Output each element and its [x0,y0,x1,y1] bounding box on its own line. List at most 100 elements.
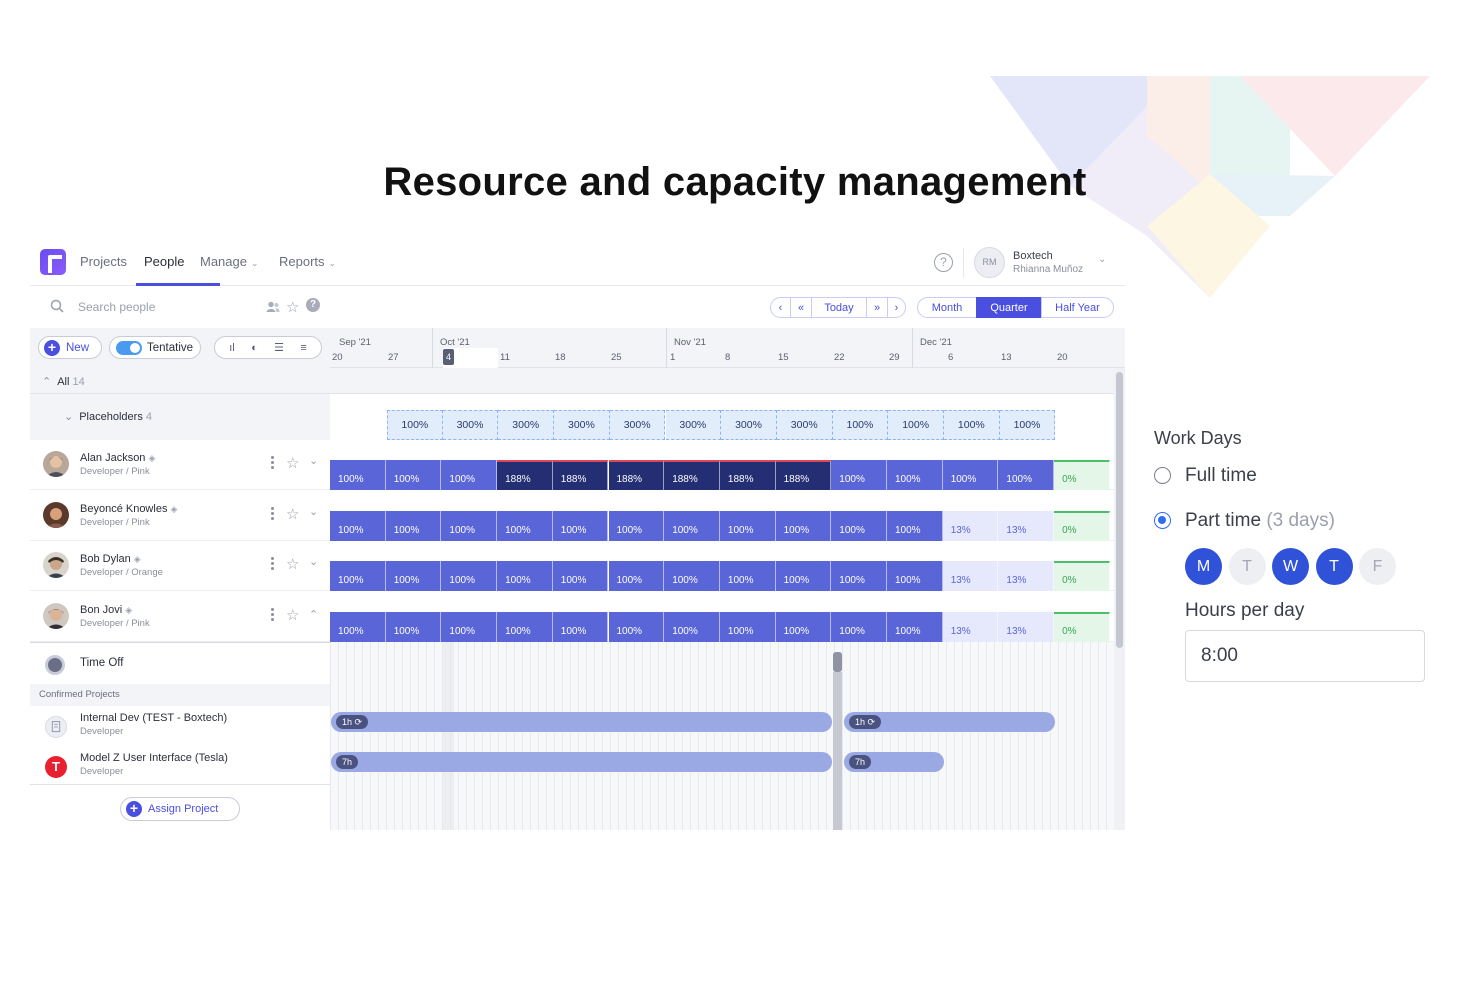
allocation-cell[interactable]: 13% [998,561,1055,591]
allocation-cell[interactable]: 100% [497,561,553,591]
allocation-cell[interactable]: 100% [664,511,720,541]
search-input[interactable] [78,297,258,317]
nav-people[interactable]: People [144,254,184,269]
allocation-cell[interactable]: 100% [775,561,832,591]
part-time-radio[interactable] [1154,512,1171,529]
more-options-icon[interactable] [271,608,274,622]
allocation-cell[interactable]: 0% [1054,612,1110,642]
nav-reports[interactable]: Reports ⌄ [279,254,336,269]
allocation-cell[interactable]: 100% [608,561,665,591]
allocation-cell[interactable]: 100% [831,460,887,490]
prev-week-button[interactable]: ‹ [770,297,791,318]
range-half-year[interactable]: Half Year [1041,297,1114,318]
project-allocation-bar[interactable]: 7h [331,752,832,772]
allocation-cell[interactable]: 13% [942,511,999,541]
allocation-cell[interactable]: 100% [719,612,776,642]
allocation-cell[interactable]: 100% [330,612,386,642]
next-week-button[interactable]: › [887,297,906,318]
allocation-cell[interactable]: 100% [831,511,887,541]
next-period-button[interactable]: » [866,297,888,318]
day-toggle[interactable]: T [1228,548,1266,585]
day-toggle[interactable]: M [1185,548,1222,585]
allocation-cell[interactable]: 100% [664,612,720,642]
allocation-cell[interactable]: 100% [719,561,776,591]
today-button[interactable]: Today [811,297,867,318]
bar-chart-icon[interactable]: ıl [229,342,235,354]
placeholder-cell[interactable]: 100% [387,410,443,440]
time-off-row[interactable]: Time Off [30,642,330,684]
org-name[interactable]: Boxtech [1013,250,1053,262]
allocation-cell[interactable]: 13% [998,511,1055,541]
allocation-cell[interactable]: 188% [552,460,609,490]
allocation-cell[interactable]: 100% [775,612,832,642]
more-options-icon[interactable] [271,456,274,470]
person-row[interactable]: Bob Dylan ◈ Developer / Orange ☆ ⌄ 100% 10… [30,541,1115,591]
allocation-cell[interactable]: 13% [942,612,999,642]
person-row[interactable]: Bon Jovi ◈ Developer / Pink ☆ ⌃ 100% 100% 1… [30,592,1115,642]
allocation-cell[interactable]: 100% [330,460,386,490]
person-row[interactable]: Alan Jackson ◈ Developer / Pink ☆ ⌄ 100% 1… [30,440,1115,490]
star-icon[interactable]: ☆ [286,505,299,523]
star-icon[interactable]: ☆ [286,454,299,472]
new-button[interactable]: + New [38,336,102,359]
allocation-cell[interactable]: 100% [831,561,887,591]
allocation-cell[interactable]: 100% [664,561,720,591]
nav-manage[interactable]: Manage ⌄ [200,254,259,269]
allocation-cell[interactable]: 100% [441,612,498,642]
group-all[interactable]: ⌃ All 14 [30,368,1125,394]
star-icon[interactable]: ☆ [286,606,299,624]
person-name[interactable]: Bon Jovi [80,604,122,616]
allocation-cell[interactable]: 188% [775,460,832,490]
person-name[interactable]: Bob Dylan [80,553,131,565]
project-allocation-bar[interactable]: 1h ⟳ [331,712,832,732]
chevron-down-icon[interactable]: ⌄ [309,555,318,568]
placeholder-cell[interactable]: 300% [442,410,499,440]
list-icon[interactable]: ☰ [274,341,284,354]
allocation-cell[interactable]: 100% [385,561,442,591]
allocation-cell[interactable]: 100% [385,460,442,490]
placeholder-cell[interactable]: 100% [832,410,889,440]
help-icon[interactable]: ? [306,298,320,312]
assign-project-button[interactable]: + Assign Project [120,797,240,821]
range-quarter[interactable]: Quarter [976,297,1042,318]
allocation-cell[interactable]: 100% [497,511,553,541]
full-time-radio[interactable] [1154,467,1171,484]
person-name[interactable]: Alan Jackson [80,452,145,464]
placeholder-cell[interactable]: 300% [721,410,777,440]
day-toggle[interactable]: F [1359,548,1396,585]
placeholders-header[interactable]: ⌄ Placeholders 4 [30,394,330,440]
allocation-cell[interactable]: 100% [330,561,386,591]
chevron-down-icon[interactable]: ⌄ [64,411,73,423]
user-name[interactable]: Rhianna Muñoz [1013,264,1083,275]
range-month[interactable]: Month [917,297,977,318]
allocation-cell[interactable]: 100% [552,612,609,642]
allocation-cell[interactable]: 100% [552,511,609,541]
allocation-cell[interactable]: 188% [719,460,776,490]
project-name[interactable]: Model Z User Interface (Tesla) [80,752,228,764]
sort-icon[interactable]: ≡ [300,342,306,354]
allocation-cell[interactable]: 188% [664,460,720,490]
full-time-label[interactable]: Full time [1185,465,1257,487]
allocation-cell[interactable]: 100% [887,561,943,591]
scrollbar-thumb[interactable] [1116,372,1123,648]
help-icon[interactable]: ? [934,253,953,272]
allocation-cell[interactable]: 100% [441,511,498,541]
project-allocation-bar[interactable]: 7h [844,752,944,772]
more-options-icon[interactable] [271,507,274,521]
allocation-cell[interactable]: 100% [887,460,943,490]
allocation-cell[interactable]: 0% [1054,511,1110,541]
chevron-down-icon[interactable]: ⌄ [309,505,318,518]
person-name[interactable]: Beyoncé Knowles [80,503,167,515]
allocation-cell[interactable]: 13% [942,561,999,591]
allocation-cell[interactable]: 100% [775,511,832,541]
person-row[interactable]: Beyoncé Knowles ◈ Developer / Pink ☆ ⌄ 10… [30,491,1115,541]
placeholder-cell[interactable]: 100% [944,410,1000,440]
allocation-cell[interactable]: 188% [608,460,665,490]
user-avatar[interactable]: RM [974,247,1005,278]
placeholder-cell[interactable]: 300% [776,410,833,440]
allocation-cell[interactable]: 100% [497,612,553,642]
allocation-cell[interactable]: 0% [1054,561,1110,591]
placeholder-cell[interactable]: 100% [999,410,1056,440]
nav-projects[interactable]: Projects [80,254,127,269]
project-name[interactable]: Internal Dev (TEST - Boxtech) [80,712,227,724]
